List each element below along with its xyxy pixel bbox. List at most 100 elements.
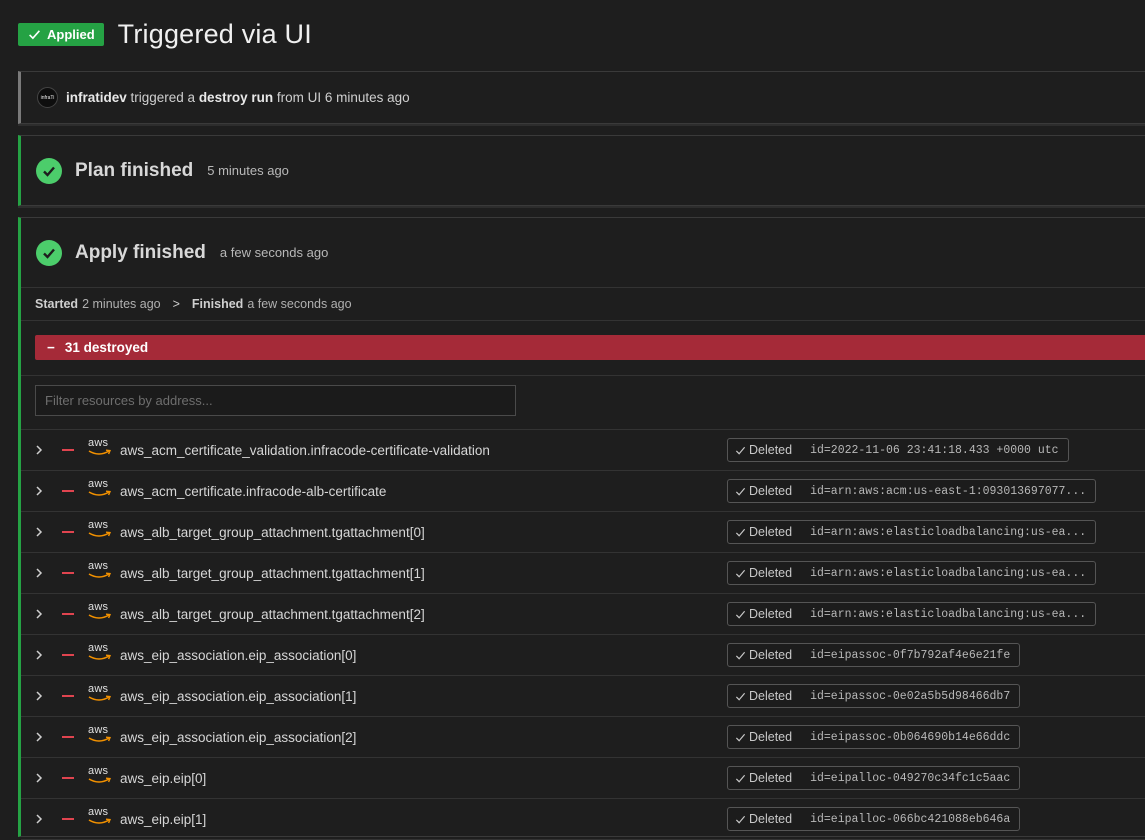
check-icon bbox=[29, 29, 40, 39]
trigger-card: infraTi infratidev triggered a destroy r… bbox=[18, 71, 1145, 124]
aws-logo-text: aws bbox=[88, 806, 109, 818]
resource-status-label: Deleted bbox=[749, 443, 793, 457]
chevron-right-icon[interactable] bbox=[34, 732, 44, 742]
apply-header[interactable]: Apply finished a few seconds ago bbox=[21, 218, 1145, 288]
finished-time: a few seconds ago bbox=[247, 297, 352, 311]
minus-icon: − bbox=[47, 340, 55, 355]
apply-phase: Apply finished a few seconds ago Started… bbox=[18, 217, 1145, 840]
resource-row[interactable]: aws aws_eip_association.eip_association[… bbox=[21, 676, 1145, 717]
resource-status-badge: Deleted id=eipassoc-0e02a5b5d98466db7 bbox=[727, 684, 1021, 708]
resource-address: aws_alb_target_group_attachment.tgattach… bbox=[120, 606, 425, 622]
plan-time: 5 minutes ago bbox=[207, 163, 289, 178]
chevron-right-icon[interactable] bbox=[34, 691, 44, 701]
destroy-minus-icon bbox=[62, 654, 74, 656]
avatar[interactable]: infraTi bbox=[37, 87, 58, 108]
check-icon bbox=[735, 774, 746, 783]
resource-row[interactable]: aws aws_acm_certificate_validation.infra… bbox=[21, 430, 1145, 471]
plan-phase[interactable]: Plan finished 5 minutes ago bbox=[18, 135, 1145, 206]
resource-address: aws_alb_target_group_attachment.tgattach… bbox=[120, 524, 425, 540]
filter-row bbox=[21, 376, 1145, 430]
resource-status-label: Deleted bbox=[749, 689, 793, 703]
resource-id: id=arn:aws:elasticloadbalancing:us-ea... bbox=[810, 607, 1087, 621]
aws-logo-text: aws bbox=[88, 765, 109, 777]
resource-address: aws_acm_certificate_validation.infracode… bbox=[120, 442, 490, 458]
check-icon bbox=[735, 487, 746, 496]
resource-row[interactable]: aws aws_eip_association.eip_association[… bbox=[21, 717, 1145, 758]
resource-id: id=arn:aws:elasticloadbalancing:us-ea... bbox=[810, 525, 1087, 539]
resource-row[interactable]: aws aws_alb_target_group_attachment.tgat… bbox=[21, 594, 1145, 635]
destroyed-count: 31 destroyed bbox=[64, 340, 149, 355]
resource-status-badge: Deleted id=eipalloc-049270c34fc1c5aac bbox=[727, 766, 1021, 790]
resource-status-badge: Deleted id=2022-11-06 23:41:18.433 +0000… bbox=[727, 438, 1069, 462]
resource-status-badge: Deleted id=eipalloc-066bc421088eb646a bbox=[727, 807, 1021, 831]
chevron-right-icon[interactable] bbox=[34, 814, 44, 824]
trigger-text: triggered a bbox=[126, 90, 199, 105]
check-icon bbox=[735, 651, 746, 660]
apply-timeline: Started 2 minutes ago > Finished a few s… bbox=[21, 288, 1145, 321]
chevron-right-icon[interactable] bbox=[34, 445, 44, 455]
resource-status-label: Deleted bbox=[749, 566, 793, 580]
resource-status-badge: Deleted id=arn:aws:elasticloadbalancing:… bbox=[727, 520, 1097, 544]
trigger-user[interactable]: infratidev bbox=[66, 90, 127, 105]
resource-status-label: Deleted bbox=[749, 648, 793, 662]
trigger-run-type: destroy run bbox=[198, 90, 274, 105]
run-header: Applied Triggered via UI bbox=[18, 16, 312, 52]
check-icon bbox=[735, 692, 746, 701]
chevron-right-icon[interactable] bbox=[34, 527, 44, 537]
chevron-right-icon[interactable] bbox=[34, 568, 44, 578]
destroyed-count-bar[interactable]: − 31 destroyed bbox=[35, 335, 1145, 360]
resource-status-label: Deleted bbox=[749, 771, 793, 785]
resource-row[interactable]: aws aws_eip.eip[0] Deleted id=eipalloc-0… bbox=[21, 758, 1145, 799]
aws-logo-icon: aws bbox=[87, 479, 113, 499]
aws-logo-text: aws bbox=[88, 478, 109, 490]
aws-logo-icon: aws bbox=[87, 520, 113, 540]
resource-address: aws_alb_target_group_attachment.tgattach… bbox=[120, 565, 425, 581]
resource-list: aws aws_acm_certificate_validation.infra… bbox=[21, 430, 1145, 840]
resource-row[interactable]: aws aws_acm_certificate.infracode-alb-ce… bbox=[21, 471, 1145, 512]
filter-resources-input[interactable] bbox=[35, 385, 516, 416]
destroy-minus-icon bbox=[62, 818, 74, 820]
aws-logo-icon: aws bbox=[87, 438, 113, 458]
check-icon bbox=[735, 815, 746, 824]
resource-id: id=eipassoc-0f7b792af4e6e21fe bbox=[810, 648, 1011, 662]
destroy-minus-icon bbox=[62, 777, 74, 779]
destroy-minus-icon bbox=[62, 695, 74, 697]
aws-logo-text: aws bbox=[88, 560, 109, 572]
resource-address: aws_eip_association.eip_association[2] bbox=[120, 729, 357, 745]
check-icon bbox=[735, 528, 746, 537]
resource-address: aws_eip_association.eip_association[0] bbox=[120, 647, 357, 663]
chevron-right-icon[interactable] bbox=[34, 486, 44, 496]
resource-row[interactable]: aws aws_eip_association.eip_association[… bbox=[21, 635, 1145, 676]
aws-logo-icon: aws bbox=[87, 684, 113, 704]
apply-time: a few seconds ago bbox=[219, 245, 329, 260]
resource-row[interactable]: aws aws_alb_target_group_attachment.tgat… bbox=[21, 512, 1145, 553]
destroy-minus-icon bbox=[62, 531, 74, 533]
resource-row[interactable]: aws aws_eip.eip[1] Deleted id=eipalloc-0… bbox=[21, 799, 1145, 840]
resource-status-label: Deleted bbox=[749, 607, 793, 621]
aws-logo-icon: aws bbox=[87, 602, 113, 622]
resource-address: aws_eip_association.eip_association[1] bbox=[120, 688, 357, 704]
page-title: Triggered via UI bbox=[117, 18, 312, 49]
timeline-separator: > bbox=[172, 297, 180, 311]
aws-logo-text: aws bbox=[88, 642, 109, 654]
check-icon bbox=[735, 569, 746, 578]
resource-status-badge: Deleted id=arn:aws:acm:us-east-1:0930136… bbox=[727, 479, 1097, 503]
resource-id: id=2022-11-06 23:41:18.433 +0000 utc bbox=[810, 443, 1059, 457]
started-label: Started bbox=[35, 297, 79, 311]
chevron-right-icon[interactable] bbox=[34, 609, 44, 619]
chevron-right-icon[interactable] bbox=[34, 773, 44, 783]
resource-status-badge: Deleted id=eipassoc-0b064690b14e66ddc bbox=[727, 725, 1021, 749]
resource-address: aws_eip.eip[1] bbox=[120, 811, 207, 827]
check-icon bbox=[735, 610, 746, 619]
destroy-minus-icon bbox=[62, 613, 74, 615]
chevron-right-icon[interactable] bbox=[34, 650, 44, 660]
resource-id: id=eipalloc-066bc421088eb646a bbox=[810, 812, 1011, 826]
aws-logo-text: aws bbox=[88, 601, 109, 613]
check-circle-icon bbox=[36, 157, 62, 184]
check-icon bbox=[735, 446, 746, 455]
resource-address: aws_eip.eip[0] bbox=[120, 770, 207, 786]
plan-title: Plan finished bbox=[75, 159, 194, 181]
destroy-summary-row: − 31 destroyed bbox=[21, 321, 1145, 376]
resource-status-label: Deleted bbox=[749, 812, 793, 826]
resource-row[interactable]: aws aws_alb_target_group_attachment.tgat… bbox=[21, 553, 1145, 594]
